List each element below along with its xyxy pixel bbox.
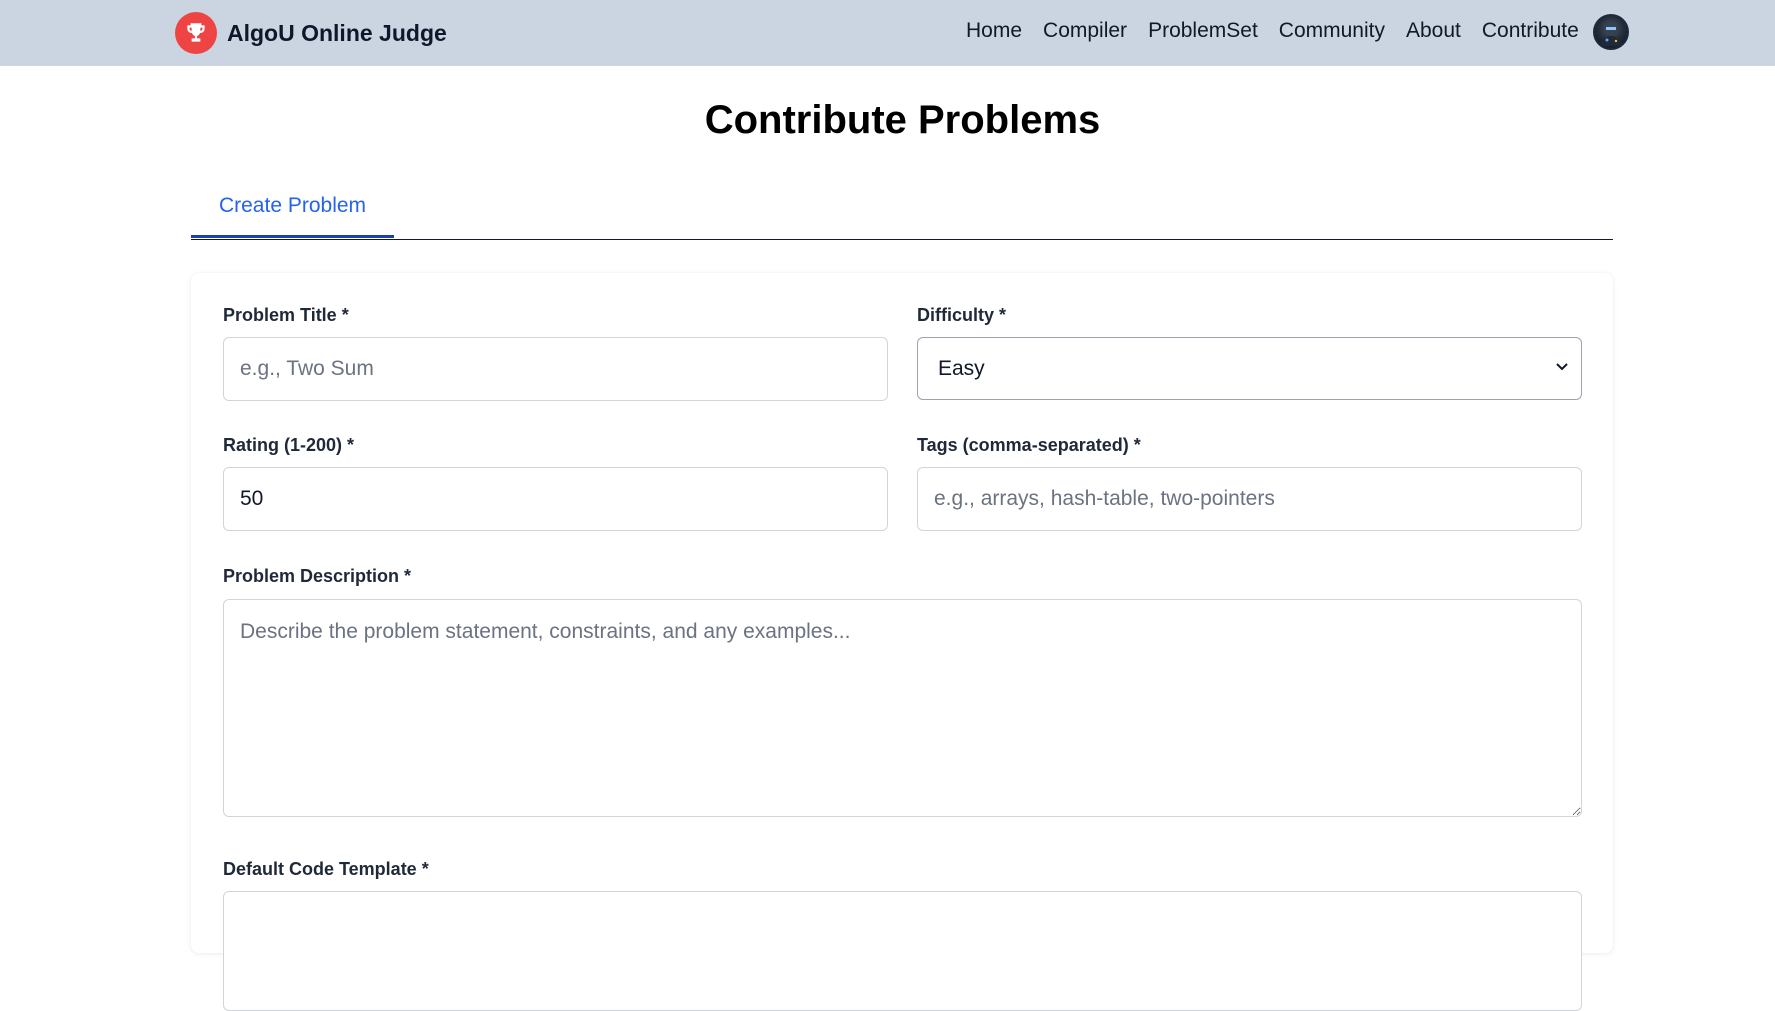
problem-title-input[interactable]	[223, 337, 888, 401]
nav-link-compiler[interactable]: Compiler	[1043, 19, 1127, 43]
rating-input[interactable]	[223, 467, 888, 531]
tab-bar: Create Problem	[191, 180, 1613, 240]
code-template-label: Default Code Template *	[223, 859, 429, 879]
nav-link-about[interactable]: About	[1406, 19, 1461, 43]
description-label: Problem Description *	[223, 566, 412, 586]
page-title: Contribute Problems	[704, 98, 1101, 142]
nav-link-problemset[interactable]: ProblemSet	[1148, 19, 1258, 43]
tags-label: Tags (comma-separated) *	[917, 435, 1141, 455]
difficulty-selected-value: Easy	[938, 356, 985, 380]
description-textarea[interactable]	[223, 599, 1582, 817]
chevron-down-icon	[1555, 359, 1569, 378]
user-avatar[interactable]	[1593, 14, 1629, 50]
brand-name: AlgoU Online Judge	[227, 19, 447, 46]
rating-label: Rating (1-200) *	[223, 435, 355, 455]
problem-title-label: Problem Title *	[223, 305, 349, 325]
top-navbar: AlgoU Online Judge Home Compiler Problem…	[0, 0, 1775, 66]
brand[interactable]: AlgoU Online Judge	[175, 11, 447, 55]
nav-links: Home Compiler ProblemSet Community About…	[966, 14, 1600, 48]
difficulty-select[interactable]: Easy	[917, 337, 1582, 400]
create-problem-form: Problem Title * Difficulty * Easy Rating…	[191, 273, 1613, 1011]
trophy-icon	[175, 12, 217, 54]
tags-input[interactable]	[917, 467, 1582, 531]
nav-link-community[interactable]: Community	[1279, 19, 1385, 43]
nav-link-contribute[interactable]: Contribute	[1482, 19, 1579, 43]
tab-create-problem[interactable]: Create Problem	[191, 180, 394, 238]
nav-link-home[interactable]: Home	[966, 19, 1022, 43]
difficulty-label: Difficulty *	[917, 305, 1007, 325]
code-template-editor[interactable]	[223, 891, 1582, 1011]
